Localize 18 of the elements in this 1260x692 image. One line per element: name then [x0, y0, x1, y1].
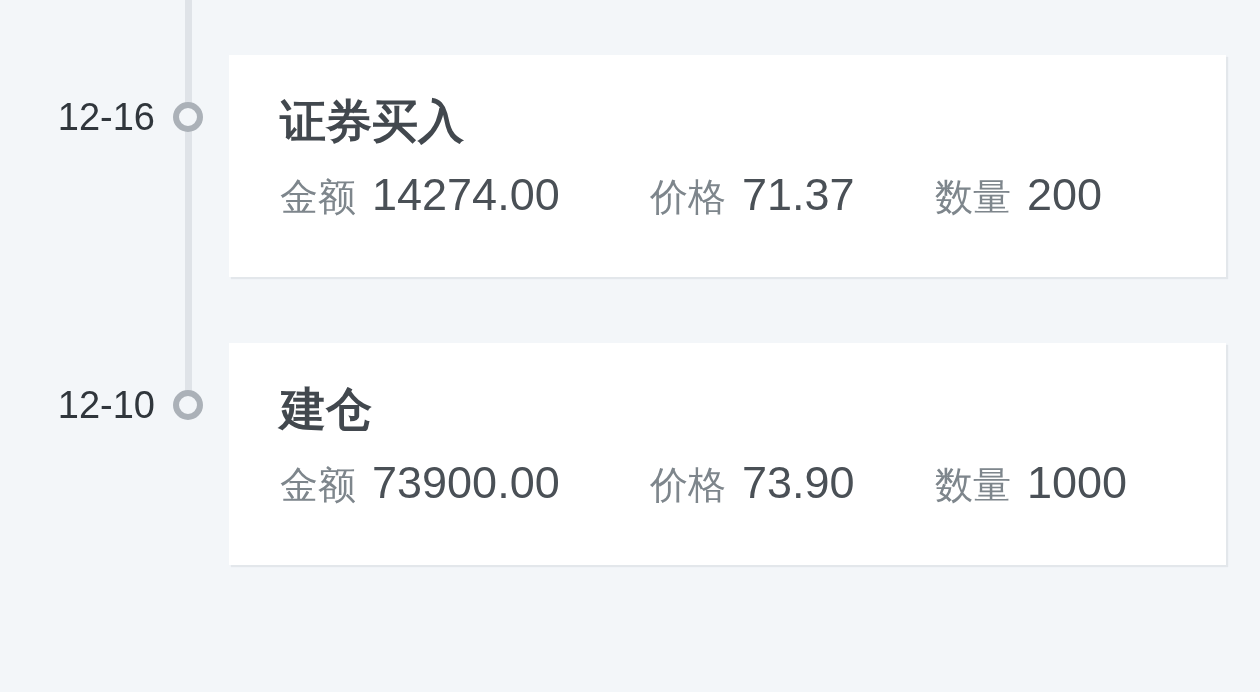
field-value: 1000: [1027, 456, 1128, 510]
field-label: 金额: [280, 175, 356, 220]
field-value: 71.37: [742, 168, 855, 222]
field-value: 73.90: [742, 456, 855, 510]
card-title: 建仓: [280, 383, 372, 435]
ring-icon: [173, 102, 203, 132]
field-value: 200: [1027, 168, 1103, 222]
date-label: 12-10: [57, 383, 155, 428]
field-value: 73900.00: [372, 456, 560, 510]
field-label: 数量: [935, 463, 1011, 508]
date-label: 12-16: [57, 95, 155, 140]
field-label: 金额: [280, 463, 356, 508]
card-title: 证券买入: [280, 95, 464, 147]
field-label: 价格: [650, 175, 726, 220]
ring-icon: [173, 390, 203, 420]
field-value: 14274.00: [372, 168, 560, 222]
field-label: 价格: [650, 463, 726, 508]
field-label: 数量: [935, 175, 1011, 220]
